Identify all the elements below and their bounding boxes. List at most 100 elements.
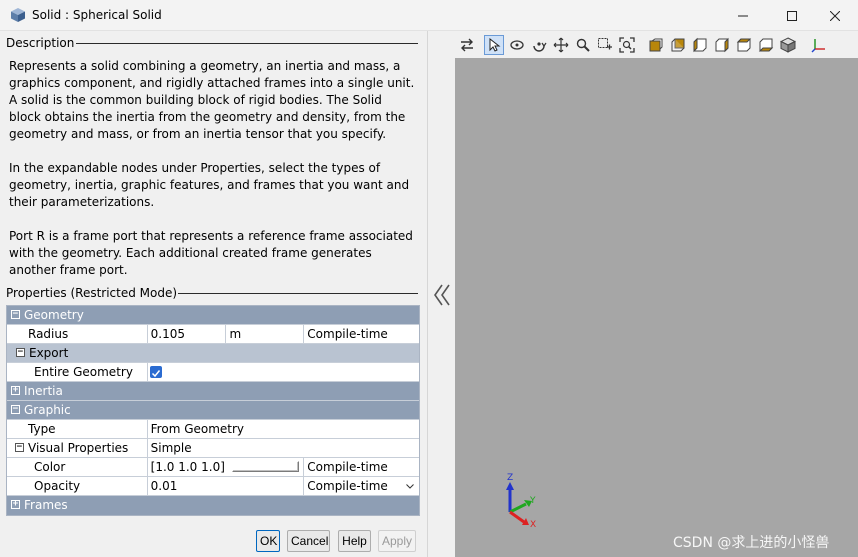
pane-splitter[interactable]: [427, 31, 455, 557]
swap-button[interactable]: [457, 35, 477, 55]
group-label: Graphic: [24, 403, 71, 417]
bottom-view-icon: [758, 38, 774, 52]
top-view-icon: [736, 38, 752, 52]
close-icon: [830, 10, 840, 21]
description-paragraph: In the expandable nodes under Properties…: [9, 161, 410, 209]
axes-triad-icon: Z Y X: [506, 473, 536, 530]
axis-z-label: Z: [507, 473, 513, 483]
opacity-mode-select[interactable]: Compile-time: [303, 477, 419, 495]
double-chevron-left-icon[interactable]: [432, 283, 452, 307]
left-view-button[interactable]: [690, 35, 710, 55]
close-button[interactable]: [812, 0, 858, 31]
bottom-view-button[interactable]: [756, 35, 776, 55]
minimize-button[interactable]: [720, 0, 766, 31]
swap-arrows-icon: [461, 38, 473, 52]
property-label: Opacity: [34, 479, 81, 493]
property-grid: − Geometry Radius 0.105 m Compile-time −…: [6, 305, 420, 516]
maximize-icon: [787, 10, 797, 21]
rotate-icon: [510, 40, 524, 50]
color-picker-button[interactable]: [231, 461, 299, 472]
maximize-button[interactable]: [769, 0, 815, 31]
select-pointer-icon: [489, 38, 501, 52]
type-select[interactable]: From Geometry: [146, 420, 419, 438]
frame-axes-icon: [811, 39, 825, 53]
help-button[interactable]: Help: [338, 530, 371, 552]
axis-x-label: X: [530, 520, 536, 530]
collapse-icon[interactable]: −: [15, 443, 24, 452]
isometric-view-button[interactable]: [778, 35, 798, 55]
opacity-value-input[interactable]: 0.01: [146, 477, 304, 495]
collapse-icon[interactable]: −: [16, 348, 25, 357]
color-value-input[interactable]: [1.0 1.0 1.0]: [151, 460, 225, 474]
fit-to-view-button[interactable]: [617, 35, 637, 55]
isometric-view-icon: [780, 37, 796, 53]
group-frames[interactable]: + Frames: [7, 496, 419, 515]
visual-properties-select[interactable]: Simple: [146, 439, 419, 457]
spin-tool-button[interactable]: [529, 35, 549, 55]
property-row-color: Color [1.0 1.0 1.0] Compile-time: [7, 458, 419, 477]
frame-axes-button[interactable]: [809, 35, 829, 55]
apply-button[interactable]: Apply: [378, 530, 416, 552]
right-view-button[interactable]: [712, 35, 732, 55]
group-label: Geometry: [24, 308, 84, 322]
opacity-mode-label: Compile-time: [307, 479, 388, 493]
group-label: Frames: [24, 498, 68, 512]
back-view-icon: [671, 38, 685, 52]
cube-icon: [11, 8, 25, 22]
color-mode-field[interactable]: Compile-time: [303, 458, 419, 476]
zoom-box-icon: [598, 38, 612, 50]
property-label: Type: [28, 422, 56, 436]
zoom-icon: [576, 38, 590, 52]
property-label: Color: [34, 460, 66, 474]
description-paragraph: Represents a solid combining a geometry,…: [9, 59, 415, 141]
expand-icon[interactable]: +: [11, 386, 20, 395]
top-view-button[interactable]: [734, 35, 754, 55]
properties-heading: Properties (Restricted Mode): [6, 286, 181, 300]
cancel-button[interactable]: Cancel: [287, 530, 330, 552]
property-row-visual-properties: − Visual Properties Simple: [7, 439, 419, 458]
fit-to-view-icon: [619, 37, 635, 53]
check-icon: [151, 370, 160, 378]
property-row-entire-geometry: Entire Geometry: [7, 363, 419, 382]
properties-divider: [178, 293, 418, 294]
entire-geometry-cell: [146, 363, 419, 381]
group-label: Export: [29, 346, 69, 360]
group-geometry[interactable]: − Geometry: [7, 306, 419, 325]
group-export[interactable]: − Export: [7, 344, 419, 363]
viewer-toolbar: [455, 31, 858, 58]
axis-y-label: Y: [529, 496, 536, 506]
radius-value-input[interactable]: 0.105: [146, 325, 226, 343]
expand-icon[interactable]: +: [11, 500, 20, 509]
select-tool-button[interactable]: [484, 35, 504, 55]
minimize-icon: [738, 15, 748, 16]
zoom-box-button[interactable]: [595, 35, 615, 55]
property-row-type: Type From Geometry: [7, 420, 419, 439]
front-view-icon: [649, 38, 663, 52]
property-label: Entire Geometry: [34, 365, 133, 379]
spin-icon: [533, 42, 547, 52]
description-paragraph: Port R is a frame port that represents a…: [9, 229, 413, 277]
collapse-icon[interactable]: −: [11, 310, 20, 319]
property-row-opacity: Opacity 0.01 Compile-time: [7, 477, 419, 496]
pan-tool-button[interactable]: [551, 35, 571, 55]
entire-geometry-checkbox[interactable]: [149, 366, 162, 378]
block-parameters-pane: Description Represents a solid combining…: [0, 31, 425, 557]
collapse-icon[interactable]: −: [11, 405, 20, 414]
group-graphic[interactable]: − Graphic: [7, 401, 419, 420]
ok-button[interactable]: OK: [256, 530, 280, 552]
zoom-tool-button[interactable]: [573, 35, 593, 55]
rotate-tool-button[interactable]: [507, 35, 527, 55]
property-label: Visual Properties: [28, 441, 129, 455]
right-view-icon: [715, 37, 729, 53]
property-label: Radius: [28, 327, 69, 341]
window-title: Solid : Spherical Solid: [32, 8, 162, 22]
property-row-radius: Radius 0.105 m Compile-time: [7, 325, 419, 344]
radius-unit-field[interactable]: m: [225, 325, 304, 343]
left-view-icon: [693, 37, 707, 53]
radius-mode-field[interactable]: Compile-time: [303, 325, 419, 343]
3d-viewport[interactable]: Z Y X CSDN @求上进的小怪兽: [455, 58, 858, 557]
front-view-button[interactable]: [646, 35, 666, 55]
pan-icon: [553, 37, 569, 53]
back-view-button[interactable]: [668, 35, 688, 55]
group-inertia[interactable]: + Inertia: [7, 382, 419, 401]
